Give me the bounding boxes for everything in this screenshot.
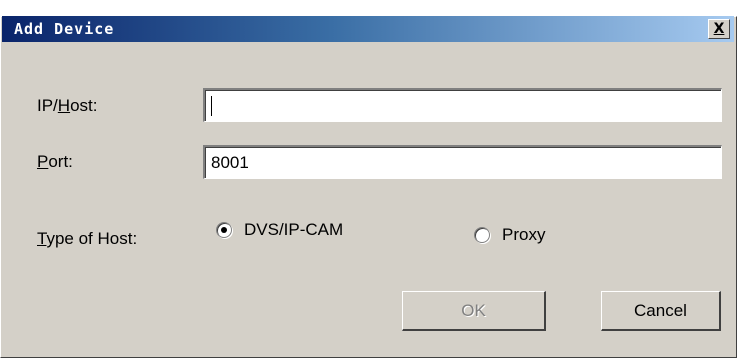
radio-button-unselected[interactable] — [474, 227, 490, 243]
text-caret — [211, 96, 212, 116]
radio-button-selected[interactable] — [216, 222, 232, 238]
ip-host-input[interactable] — [203, 88, 722, 122]
host-type-label: Type of Host: — [37, 229, 137, 249]
port-input[interactable]: 8001 — [203, 145, 722, 179]
ip-host-label-prefix: IP/ — [37, 96, 58, 115]
port-label-suffix: ort: — [48, 152, 73, 171]
port-value: 8001 — [211, 153, 249, 172]
radio-dot-icon — [221, 227, 227, 233]
window-title: Add Device — [14, 20, 115, 38]
radio-dvs-ipcam[interactable]: DVS/IP-CAM — [216, 220, 343, 240]
radio-proxy[interactable]: Proxy — [474, 225, 545, 245]
title-bar: Add Device X — [2, 16, 734, 42]
radio-proxy-label: Proxy — [502, 225, 546, 244]
port-label-mnemonic: P — [37, 152, 49, 171]
background-strip — [0, 0, 735, 16]
close-button[interactable]: X — [708, 19, 730, 39]
cancel-button[interactable]: Cancel — [601, 291, 721, 331]
port-label: Port: — [37, 152, 73, 172]
ip-host-label-mnemonic: H — [57, 96, 71, 115]
host-type-label-suffix: ype of Host: — [46, 229, 138, 248]
ok-button[interactable]: OK — [402, 291, 546, 331]
close-icon: X — [713, 21, 725, 37]
ip-host-label-suffix: ost: — [70, 96, 98, 115]
ip-host-label: IP/Host: — [37, 96, 97, 116]
radio-dvs-ipcam-label: DVS/IP-CAM — [244, 220, 344, 239]
